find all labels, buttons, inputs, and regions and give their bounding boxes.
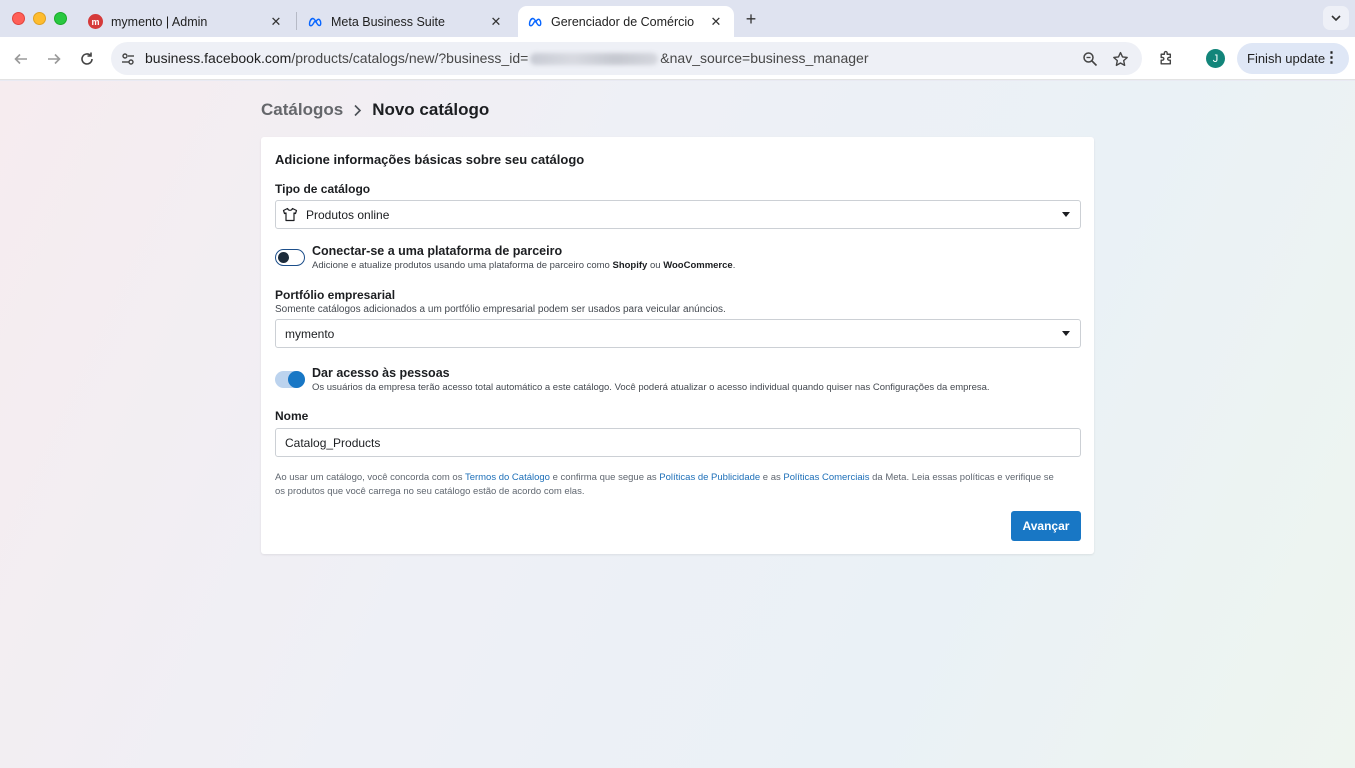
partner-desc-or: ou: [647, 260, 664, 271]
profile-avatar[interactable]: J: [1206, 49, 1225, 68]
tab-close-icon[interactable]: ✕: [268, 14, 284, 30]
business-portfolio-help: Somente catálogos adicionados a um portf…: [275, 304, 726, 315]
page-content: Catálogos Novo catálogo Adicione informa…: [0, 81, 1355, 768]
arrow-left-icon: [14, 53, 27, 65]
url-path: /products/catalogs/new/?business_id=: [291, 50, 529, 66]
commerce-policies-link[interactable]: Políticas Comerciais: [783, 472, 869, 483]
tab-meta-business-suite[interactable]: Meta Business Suite ✕: [298, 6, 514, 37]
breadcrumb: Catálogos Novo catálogo: [261, 100, 489, 120]
catalog-name-input[interactable]: [275, 428, 1081, 457]
chevron-right-icon: [353, 104, 362, 117]
browser-toolbar: business.facebook.com/products/catalogs/…: [0, 37, 1355, 80]
catalog-terms-link[interactable]: Termos do Catálogo: [465, 472, 550, 483]
reload-icon: [81, 52, 93, 65]
next-button[interactable]: Avançar: [1011, 511, 1081, 541]
catalog-type-select[interactable]: Produtos online: [275, 200, 1081, 229]
tab-title: mymento | Admin: [111, 14, 208, 29]
card-title: Adicione informações básicas sobre seu c…: [275, 152, 585, 167]
zoom-search-icon[interactable]: [1081, 50, 1099, 68]
back-button[interactable]: [10, 48, 32, 70]
extensions-puzzle-icon[interactable]: [1156, 48, 1176, 68]
tab-close-icon[interactable]: ✕: [488, 14, 504, 30]
shopify-text: Shopify: [612, 260, 648, 271]
url-query: &nav_source=business_manager: [660, 50, 869, 66]
kebab-menu-icon[interactable]: ⋮: [1324, 50, 1339, 65]
terms-part-3: e as: [760, 472, 784, 483]
mymento-icon: m: [88, 14, 103, 29]
tab-title: Meta Business Suite: [331, 14, 445, 29]
tab-close-icon[interactable]: ✕: [708, 14, 724, 30]
name-label: Nome: [275, 409, 309, 423]
caret-down-icon: [1062, 331, 1070, 336]
advertising-policies-link[interactable]: Políticas de Publicidade: [659, 472, 760, 483]
terms-text: Ao usar um catálogo, você concorda com o…: [275, 471, 1065, 499]
people-access-title: Dar acesso às pessoas: [312, 366, 450, 380]
catalog-type-label: Tipo de catálogo: [275, 182, 371, 196]
address-bar[interactable]: business.facebook.com/products/catalogs/…: [111, 42, 1142, 75]
business-portfolio-label: Portfólio empresarial: [275, 288, 396, 302]
people-access-toggle[interactable]: [275, 371, 305, 388]
tab-gerenciador-de-comercio[interactable]: Gerenciador de Comércio ✕: [518, 6, 734, 37]
partner-platform-toggle[interactable]: [275, 249, 305, 266]
browser-tab-bar: m mymento | Admin ✕ Meta Business Suite …: [0, 0, 1355, 37]
business-portfolio-value: mymento: [285, 326, 335, 341]
terms-part-1: Ao usar um catálogo, você concorda com o…: [275, 472, 465, 483]
caret-down-icon: [1062, 212, 1070, 217]
business-portfolio-select[interactable]: mymento: [275, 319, 1081, 348]
new-tab-button[interactable]: +: [741, 9, 761, 29]
window-minimize-button[interactable]: [33, 12, 46, 25]
page-title: Novo catálogo: [372, 100, 490, 119]
breadcrumb-catalogs-link[interactable]: Catálogos: [261, 100, 343, 120]
toggle-knob: [288, 371, 305, 388]
forward-button[interactable]: [43, 48, 65, 70]
reload-button[interactable]: [76, 48, 98, 70]
partner-desc-end: .: [732, 260, 736, 271]
toggle-knob: [278, 252, 289, 263]
catalog-form-card: Adicione informações básicas sobre seu c…: [261, 137, 1094, 554]
redacted-business-id: [530, 53, 659, 66]
site-info-icon[interactable]: [119, 50, 137, 68]
finish-update-label: Finish update: [1247, 51, 1326, 66]
partner-platform-description: Adicione e atualize produtos usando uma …: [312, 260, 735, 271]
bookmark-star-icon[interactable]: [1111, 50, 1129, 68]
meta-icon: [528, 14, 543, 29]
tab-separator: [296, 12, 297, 30]
tab-search-button[interactable]: [1323, 6, 1349, 30]
catalog-type-value: Produtos online: [306, 207, 390, 222]
url-host: business.facebook.com: [145, 50, 292, 66]
url-text: business.facebook.com/products/catalogs/…: [145, 50, 869, 66]
meta-icon: [308, 14, 323, 29]
window-zoom-button[interactable]: [54, 12, 67, 25]
tab-title: Gerenciador de Comércio: [551, 14, 695, 29]
tab-mymento-admin[interactable]: m mymento | Admin ✕: [78, 6, 294, 37]
tshirt-icon: [282, 207, 298, 223]
woocommerce-text: WooCommerce: [663, 260, 733, 271]
finish-update-button[interactable]: Finish update ⋮: [1237, 43, 1349, 74]
terms-part-2: e confirma que segue as: [549, 472, 660, 483]
window-close-button[interactable]: [12, 12, 25, 25]
arrow-right-icon: [48, 53, 61, 65]
partner-platform-title: Conectar-se a uma plataforma de parceiro: [312, 244, 563, 258]
partner-desc-text: Adicione e atualize produtos usando uma …: [312, 260, 613, 271]
people-access-description: Os usuários da empresa terão acesso tota…: [312, 382, 990, 393]
chevron-down-icon: [1331, 15, 1341, 21]
